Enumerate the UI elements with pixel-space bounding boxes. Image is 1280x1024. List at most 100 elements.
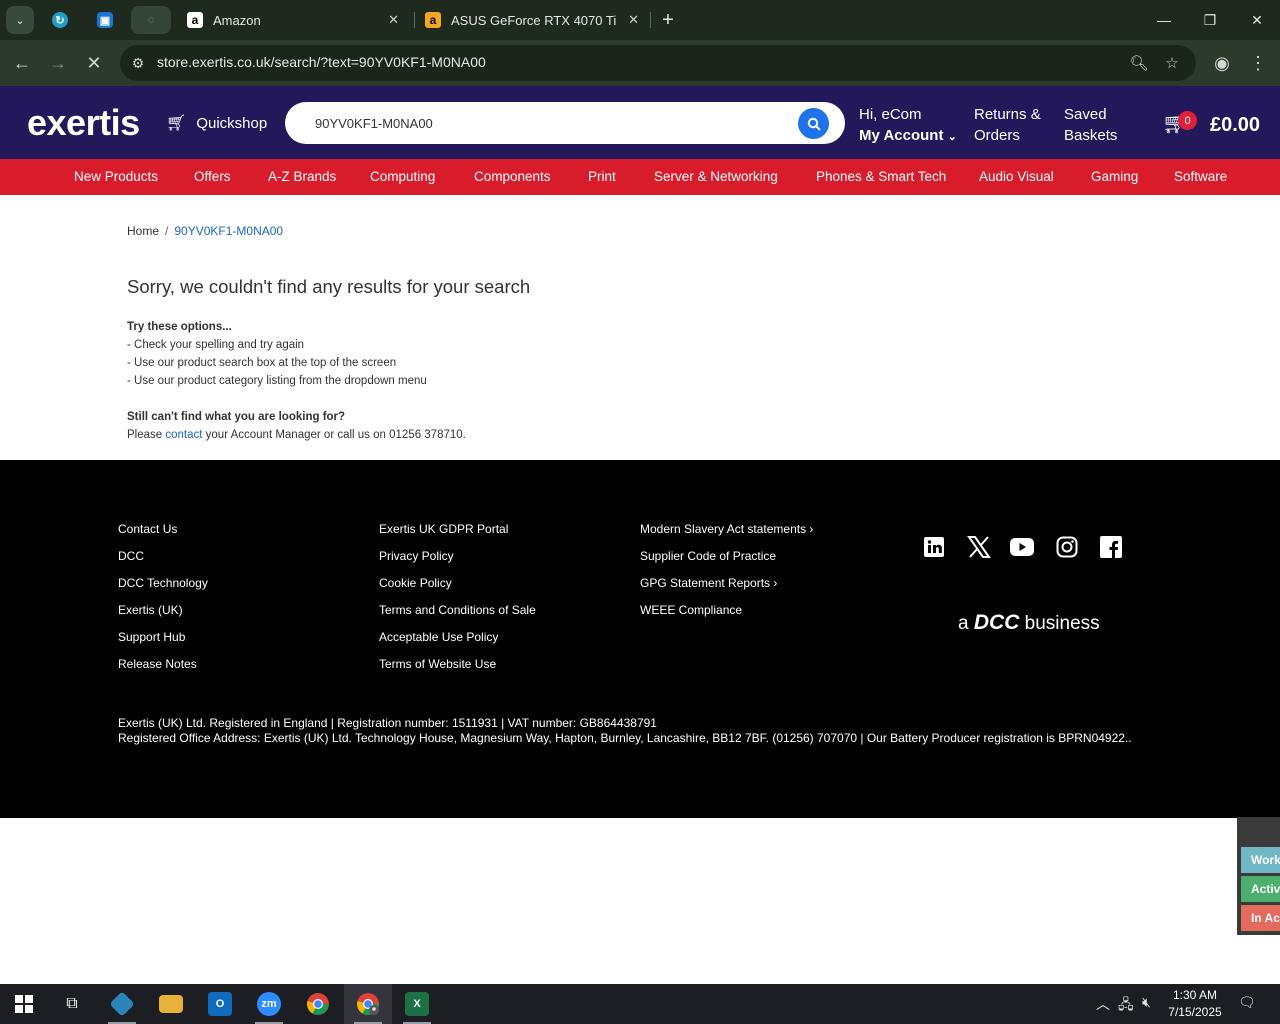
url-text[interactable]: store.exertis.co.uk/search/?text=90YV0KF…	[157, 54, 486, 70]
file-explorer-icon[interactable]	[147, 984, 195, 1024]
nav-computing[interactable]: Computing	[370, 169, 435, 184]
nav-new-products[interactable]: New Products	[74, 169, 158, 184]
zoom-search-icon[interactable]: 🔍︎	[1129, 53, 1149, 73]
linkedin-icon[interactable]	[921, 534, 947, 560]
nav-server-networking[interactable]: Server & Networking	[654, 169, 778, 184]
outlook-icon[interactable]: O	[196, 984, 244, 1024]
returns-orders-link[interactable]: Returns & Orders	[974, 104, 1041, 146]
search-input[interactable]	[315, 102, 785, 144]
back-arrow-icon[interactable]: ←	[8, 49, 36, 77]
footer-link-exertis-uk[interactable]: Exertis (UK)	[118, 603, 208, 630]
footer-link-dcc-technology[interactable]: DCC Technology	[118, 576, 208, 603]
footer-link-acceptable-use[interactable]: Acceptable Use Policy	[379, 630, 536, 657]
facebook-icon[interactable]	[1098, 534, 1124, 560]
stop-loading-icon[interactable]: ✕	[80, 49, 108, 77]
saved-baskets-link[interactable]: Saved Baskets	[1064, 104, 1117, 146]
footer-link-label: GPG Statement Reports	[640, 576, 771, 590]
tab-title: Amazon	[213, 12, 261, 28]
zoom-icon[interactable]: zm	[245, 984, 293, 1024]
tab-asus-rtx[interactable]: a ASUS GeForce RTX 4070 Ti Sup ✕	[415, 4, 649, 36]
breadcrumb-home[interactable]: Home	[127, 224, 159, 238]
profile-icon[interactable]: ◉	[1208, 49, 1236, 77]
forward-arrow-icon[interactable]: →	[44, 49, 72, 77]
clock-time: 1:30 AM	[1172, 988, 1218, 1002]
nav-gaming[interactable]: Gaming	[1091, 169, 1138, 184]
close-tab-icon[interactable]: ✕	[388, 12, 399, 28]
nav-offers[interactable]: Offers	[194, 169, 231, 184]
nav-phones-smart-tech[interactable]: Phones & Smart Tech	[816, 169, 946, 184]
footer-link-cookie-policy[interactable]: Cookie Policy	[379, 576, 536, 603]
address-bar[interactable]: ⚙ store.exertis.co.uk/search/?text=90YV0…	[120, 45, 1196, 81]
menu-kebab-icon[interactable]: ⋮	[1244, 49, 1272, 77]
footer-link-supplier-code[interactable]: Supplier Code of Practice	[640, 549, 813, 576]
youtube-icon[interactable]	[1009, 534, 1035, 560]
footer-link-dcc[interactable]: DCC	[118, 549, 208, 576]
network-icon[interactable]: 🖧︎	[1118, 994, 1134, 1018]
pinned-tab-1[interactable]: ↻	[40, 6, 80, 34]
chrome-profile-glyph-icon	[357, 993, 379, 1015]
task-view-icon[interactable]: ⧉	[48, 984, 96, 1024]
nav-a-z-brands[interactable]: A-Z Brands	[268, 169, 336, 184]
legal-line-2: Registered Office Address: Exertis (UK) …	[118, 731, 1132, 745]
new-tab-button[interactable]: +	[656, 8, 680, 32]
site-footer: Contact Us DCC DCC Technology Exertis (U…	[0, 460, 1280, 818]
footer-link-gpg-reports[interactable]: GPG Statement Reports ›	[640, 576, 813, 603]
cart-count-badge: 0	[1178, 111, 1197, 130]
breadcrumb-current[interactable]: 90YV0KF1-M0NA00	[174, 224, 283, 238]
bookmark-star-icon[interactable]: ☆	[1162, 53, 1182, 73]
app-icon[interactable]	[98, 984, 146, 1024]
footer-link-contact-us[interactable]: Contact Us	[118, 522, 208, 549]
close-tab-icon[interactable]: ✕	[628, 12, 639, 28]
chrome-profile-icon[interactable]	[344, 984, 392, 1024]
nav-components[interactable]: Components	[474, 169, 551, 184]
breadcrumb-separator: /	[165, 224, 169, 238]
contact-suffix: your Account Manager or call us on 01256…	[205, 429, 466, 441]
footer-link-gdpr-portal[interactable]: Exertis UK GDPR Portal	[379, 522, 536, 549]
footer-link-privacy-policy[interactable]: Privacy Policy	[379, 549, 536, 576]
close-window-icon[interactable]: ✕	[1234, 0, 1280, 40]
quickshop-label: Quickshop	[196, 114, 268, 132]
minimize-icon[interactable]: —	[1141, 0, 1187, 40]
status-working-button[interactable]: Work	[1241, 847, 1280, 873]
x-icon[interactable]	[966, 534, 992, 560]
status-inactive-button[interactable]: In Ac	[1241, 905, 1280, 931]
tips-title: Try these options...	[127, 321, 232, 333]
footer-link-release-notes[interactable]: Release Notes	[118, 657, 208, 684]
footer-link-modern-slavery[interactable]: Modern Slavery Act statements ›	[640, 522, 813, 549]
exertis-logo[interactable]: exertis	[27, 102, 140, 144]
saved-line2: Baskets	[1064, 127, 1118, 144]
excel-icon[interactable]: X	[393, 984, 441, 1024]
footer-link-weee[interactable]: WEEE Compliance	[640, 603, 813, 630]
instagram-icon[interactable]	[1054, 534, 1080, 560]
restore-icon[interactable]: ❐	[1187, 0, 1233, 40]
chrome-glyph-icon	[307, 993, 329, 1015]
nav-audio-visual[interactable]: Audio Visual	[979, 169, 1054, 184]
status-active-button[interactable]: Activ	[1241, 876, 1280, 902]
tab-search-dropdown-icon[interactable]: ⌄	[6, 6, 34, 34]
notifications-icon[interactable]: 🗨︎	[1238, 994, 1256, 1011]
footer-link-terms-of-sale[interactable]: Terms and Conditions of Sale	[379, 603, 536, 630]
chrome-icon[interactable]	[294, 984, 342, 1024]
cart-total[interactable]: £0.00	[1210, 114, 1260, 137]
volume-muted-icon[interactable]: 🔇︎	[1142, 994, 1151, 1011]
pinned-tab-2[interactable]: ▣	[85, 6, 125, 34]
quickshop-link[interactable]: 🛒︎ Quickshop	[166, 113, 267, 133]
footer-link-website-terms[interactable]: Terms of Website Use	[379, 657, 536, 684]
chevron-right-icon: ›	[773, 576, 778, 590]
account-greeting: Hi, eCom	[859, 106, 922, 123]
account-menu[interactable]: Hi, eCom My Account ⌄	[859, 104, 957, 148]
search-button[interactable]	[798, 108, 829, 139]
contact-link[interactable]: contact	[165, 429, 202, 441]
nav-print[interactable]: Print	[588, 169, 616, 184]
site-header: exertis 🛒︎ Quickshop Hi, eCom My Account…	[0, 86, 1280, 159]
show-hidden-icons-icon[interactable]: ︿	[1096, 994, 1110, 1014]
my-account-label: My Account	[859, 127, 944, 144]
search-tips: Try these options... - Check your spelli…	[127, 318, 427, 390]
system-clock[interactable]: 1:30 AM 7/15/2025	[1160, 987, 1230, 1021]
pinned-tab-3-active[interactable]: ◌	[131, 6, 171, 34]
start-button[interactable]	[0, 984, 48, 1024]
site-settings-icon[interactable]: ⚙	[128, 53, 148, 73]
footer-link-support-hub[interactable]: Support Hub	[118, 630, 208, 657]
nav-software[interactable]: Software	[1174, 169, 1227, 184]
tab-amazon[interactable]: a Amazon ✕	[177, 4, 409, 36]
